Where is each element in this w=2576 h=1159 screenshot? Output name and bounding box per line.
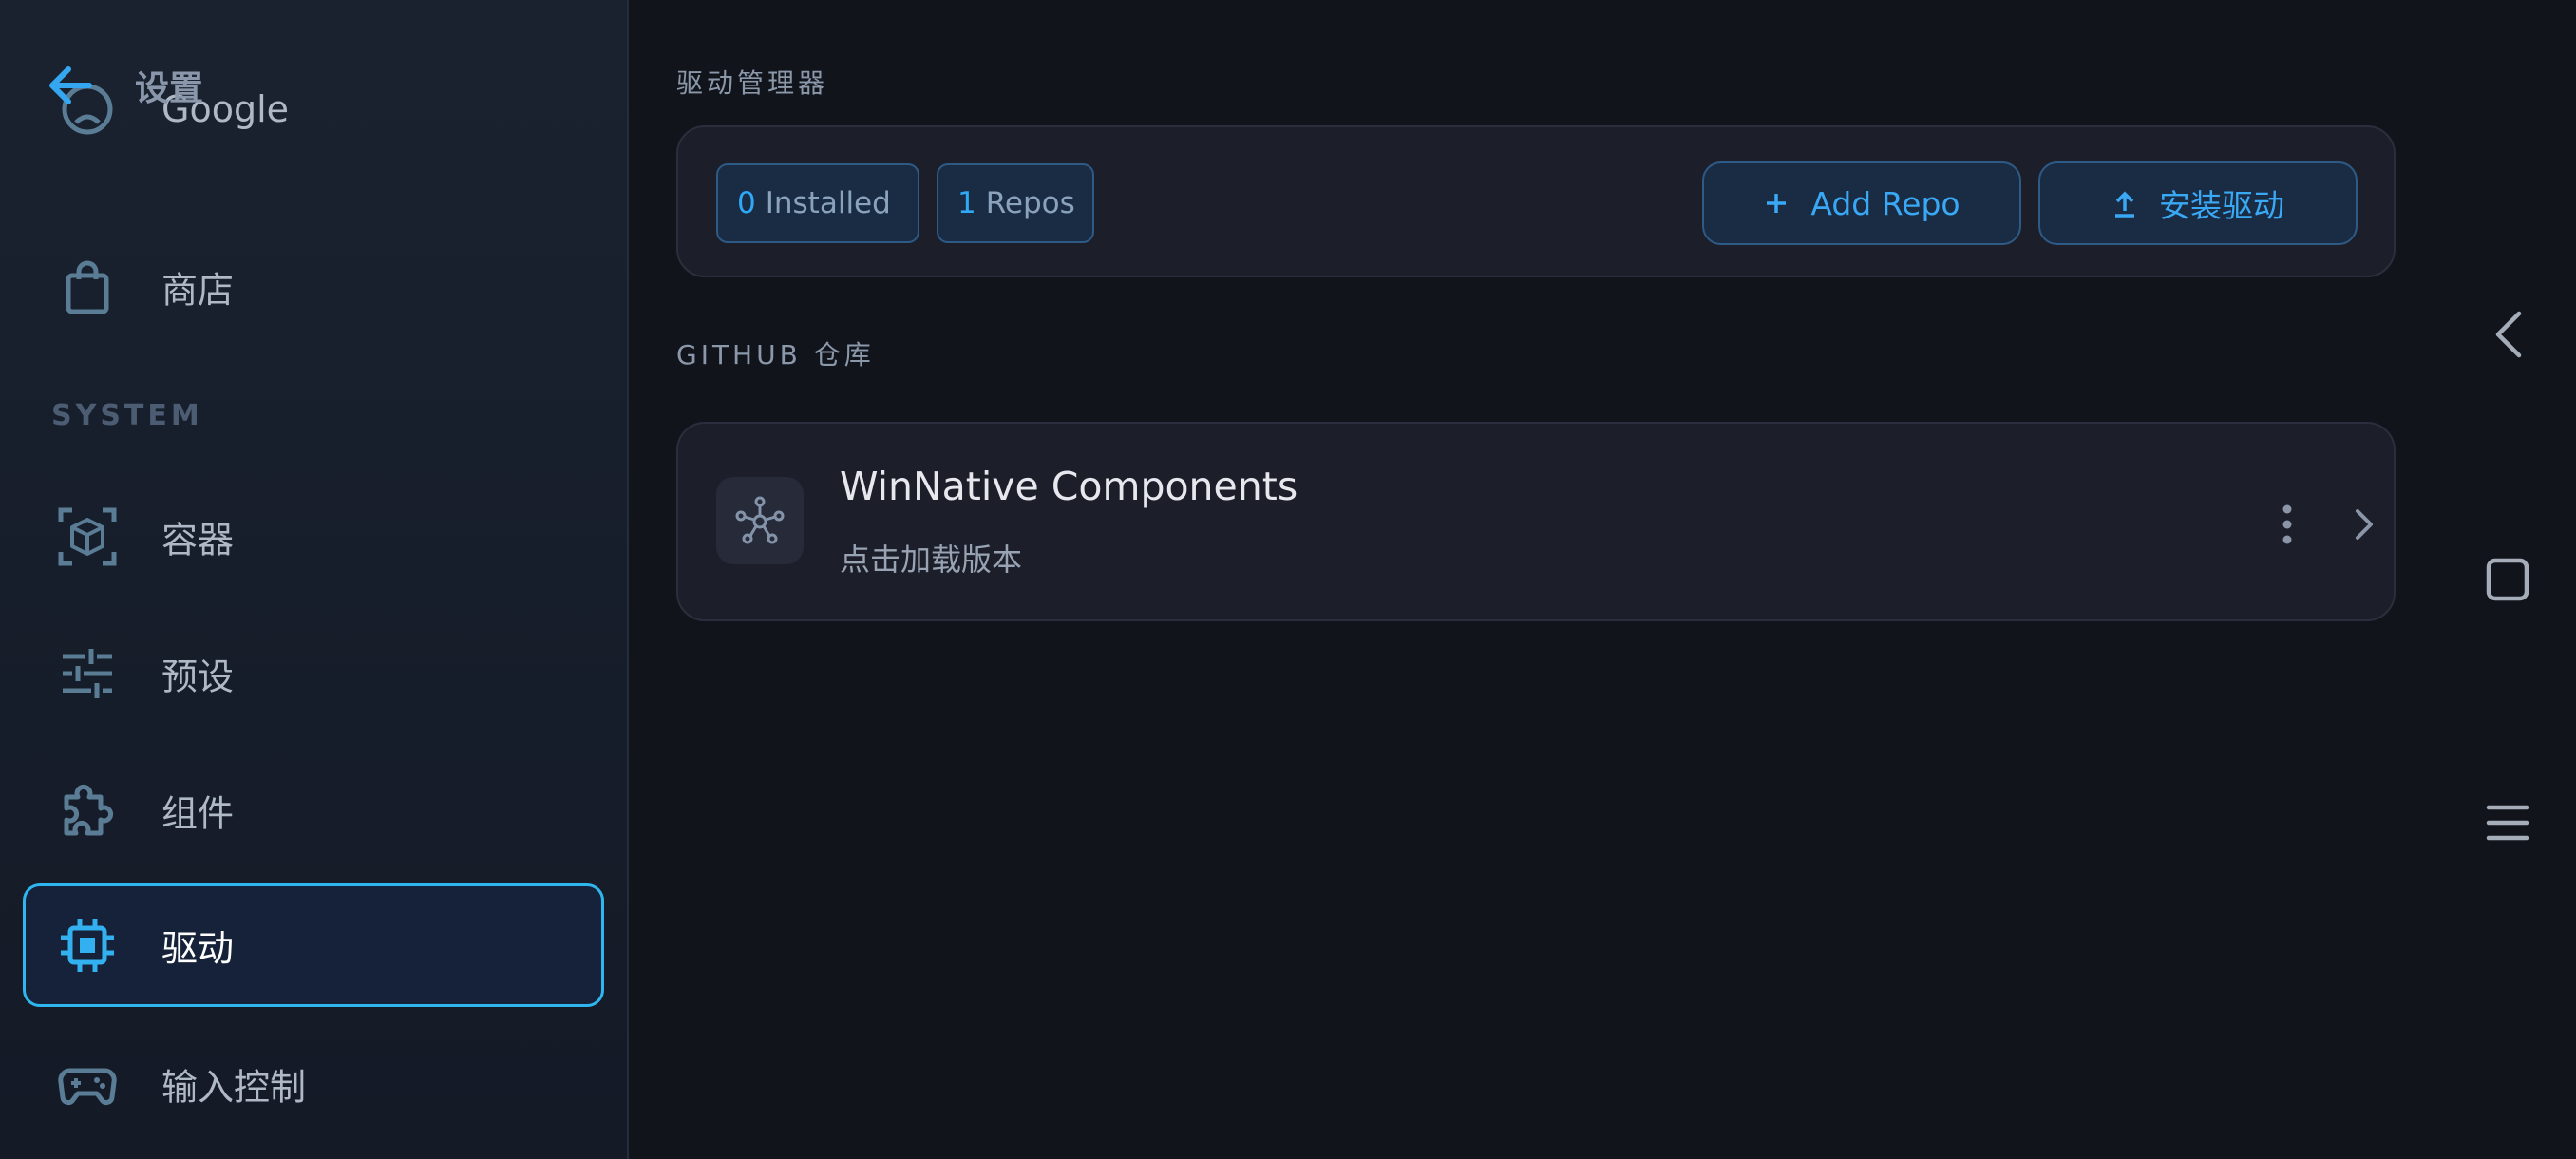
sidebar-item-label: 预设 xyxy=(161,656,235,698)
settings-sidebar: Google 设置 商店 SYSTEM 容器 预设 组件 驱动 输入控制 xyxy=(0,0,629,1159)
repo-subtitle: 点击加载版本 xyxy=(840,542,1023,578)
upload-icon xyxy=(2112,188,2138,218)
sidebar-item-label: 驱动 xyxy=(161,927,235,970)
chip-icon xyxy=(61,919,114,972)
system-menu-icon[interactable] xyxy=(2481,796,2534,849)
driver-manager-panel: 驱动管理器 0 Installed 1 Repos Add Repo 安装驱动 … xyxy=(629,0,2434,1159)
more-vertical-icon[interactable] xyxy=(2278,504,2297,545)
sidebar-item-presets[interactable]: 预设 xyxy=(23,612,604,735)
repos-count-badge: 1 Repos xyxy=(937,163,1094,243)
gamepad-icon xyxy=(58,1068,117,1106)
section-title: 驱动管理器 xyxy=(676,67,829,99)
hub-icon xyxy=(716,477,804,564)
arrow-left-icon[interactable] xyxy=(46,61,95,110)
sidebar-item-components[interactable]: 组件 xyxy=(23,749,604,872)
repos-count: 1 xyxy=(957,186,976,220)
repo-card[interactable]: WinNative Components 点击加载版本 xyxy=(676,422,2396,621)
installed-label: Installed xyxy=(765,186,891,220)
sidebar-item-drivers[interactable]: 驱动 xyxy=(23,884,604,1007)
sidebar-item-input-control[interactable]: 输入控制 xyxy=(23,1022,604,1146)
add-repo-label: Add Repo xyxy=(1810,184,1960,222)
github-repos-label: GITHUB 仓库 xyxy=(676,339,875,370)
installed-count: 0 xyxy=(737,186,756,220)
system-back-icon[interactable] xyxy=(2481,308,2534,361)
repos-label: Repos xyxy=(985,186,1075,220)
page-title: 设置 xyxy=(135,69,204,108)
container-icon xyxy=(58,507,117,566)
sidebar-item-store[interactable]: 商店 xyxy=(23,225,604,349)
sidebar-item-label: 商店 xyxy=(161,269,235,312)
sidebar-item-label: 容器 xyxy=(161,519,235,561)
install-driver-label: 安装驱动 xyxy=(2159,187,2284,224)
sliders-icon xyxy=(63,649,112,698)
section-label-system: SYSTEM xyxy=(51,399,203,432)
add-repo-button[interactable]: Add Repo xyxy=(1702,162,2021,245)
repo-title: WinNative Components xyxy=(840,464,1298,509)
sidebar-item-label: 组件 xyxy=(161,792,235,835)
installed-count-badge: 0 Installed xyxy=(716,163,919,243)
system-home-square-icon[interactable] xyxy=(2481,553,2534,606)
driver-summary-card: 0 Installed 1 Repos Add Repo 安装驱动 xyxy=(676,125,2396,277)
install-driver-button[interactable]: 安装驱动 xyxy=(2038,162,2358,245)
sidebar-item-container[interactable]: 容器 xyxy=(23,475,604,598)
settings-header: 设置 xyxy=(46,59,203,112)
puzzle-icon xyxy=(64,784,114,836)
plus-icon xyxy=(1763,190,1790,217)
shopping-bag-icon xyxy=(66,260,109,314)
chevron-right-icon[interactable] xyxy=(2352,507,2375,542)
sidebar-item-label: 输入控制 xyxy=(161,1066,307,1109)
